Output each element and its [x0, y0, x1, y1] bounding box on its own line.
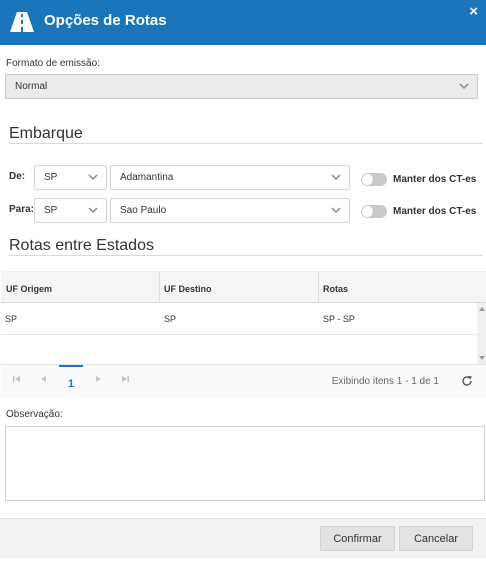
embarque-title: Embarque: [9, 125, 83, 142]
dialog-footer: Confirmar Cancelar: [0, 518, 486, 558]
de-manter-label: Manter dos CT-es: [393, 174, 477, 185]
rotas-divider: [9, 255, 483, 256]
current-page[interactable]: 1: [59, 365, 83, 399]
grid-header: UF Origem UF Destino Rotas: [1, 272, 486, 303]
chevron-down-icon: [88, 199, 98, 214]
road-icon: [10, 12, 34, 32]
cell-rotas: SP - SP: [323, 314, 355, 324]
col-uf-destino[interactable]: UF Destino: [159, 272, 212, 303]
para-city-value: Sao Paulo: [120, 205, 167, 216]
para-manter-toggle[interactable]: [361, 205, 387, 218]
grid-pager: 1 Exibindo itens 1 - 1 de 1: [1, 364, 486, 398]
table-row[interactable]: SP SP SP - SP: [1, 303, 477, 335]
first-page-icon[interactable]: [13, 375, 21, 386]
rotas-grid: UF Origem UF Destino Rotas SP SP SP - SP…: [1, 271, 486, 398]
para-uf-value: SP: [44, 205, 58, 216]
de-uf-value: SP: [44, 172, 58, 183]
formato-label: Formato de emissão:: [6, 58, 100, 69]
de-uf-select[interactable]: SP: [34, 165, 107, 190]
de-city-value: Adamantina: [120, 172, 174, 183]
grid-body: SP SP SP - SP: [1, 303, 477, 364]
grid-scrollbar[interactable]: [477, 303, 486, 364]
cell-uf-destino: SP: [164, 314, 177, 324]
scroll-down-icon[interactable]: [479, 356, 485, 360]
para-manter-label: Manter dos CT-es: [393, 206, 477, 217]
close-icon[interactable]: ×: [469, 3, 478, 21]
formato-value: Normal: [15, 81, 48, 92]
confirm-button[interactable]: Confirmar: [320, 526, 395, 551]
chevron-down-icon: [88, 166, 98, 181]
pager-info: Exibindo itens 1 - 1 de 1: [331, 376, 439, 387]
scroll-up-icon[interactable]: [479, 307, 485, 311]
chevron-down-icon: [331, 166, 341, 181]
de-label: De:: [9, 171, 26, 182]
cell-uf-origem: SP: [5, 314, 18, 324]
next-page-icon[interactable]: [95, 375, 101, 386]
chevron-down-icon: [459, 75, 469, 90]
para-label: Para:: [9, 204, 35, 215]
rotas-title: Rotas entre Estados: [9, 237, 154, 254]
dialog-header: Opções de Rotas ×: [0, 0, 486, 45]
de-city-select[interactable]: Adamantina: [110, 165, 350, 190]
formato-select[interactable]: Normal: [5, 74, 478, 99]
dialog-title: Opções de Rotas: [44, 12, 167, 29]
para-uf-select[interactable]: SP: [34, 198, 107, 223]
cancel-button[interactable]: Cancelar: [399, 526, 473, 551]
prev-page-icon[interactable]: [41, 375, 47, 386]
para-city-select[interactable]: Sao Paulo: [110, 198, 350, 223]
chevron-down-icon: [331, 199, 341, 214]
last-page-icon[interactable]: [121, 375, 129, 386]
col-rotas[interactable]: Rotas: [318, 272, 348, 303]
col-uf-origem[interactable]: UF Origem: [1, 272, 52, 303]
refresh-icon[interactable]: [461, 375, 473, 390]
observacao-textarea[interactable]: [5, 426, 485, 501]
embarque-divider: [9, 143, 483, 144]
de-manter-toggle[interactable]: [361, 173, 387, 186]
observacao-label: Observação:: [6, 409, 63, 420]
